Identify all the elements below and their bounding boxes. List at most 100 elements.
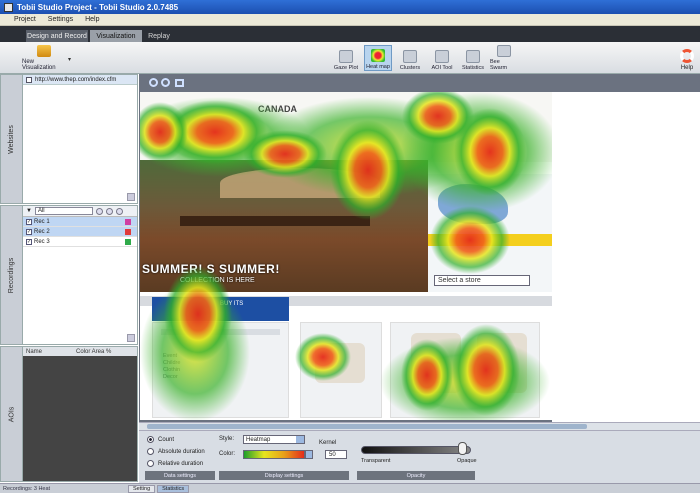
- radio-absolute-duration[interactable]: Absolute duration: [147, 448, 205, 455]
- panel-scroll-button[interactable]: [127, 334, 135, 342]
- bee-swarm-icon: [497, 45, 511, 57]
- status-bar: Recordings: 3 Heat Setting Statistics: [0, 483, 700, 493]
- recording-row[interactable]: ✓ Rec 1: [23, 217, 137, 227]
- aoi-tool-icon: [435, 50, 449, 63]
- radio-count[interactable]: Count: [147, 436, 174, 443]
- statistics-button[interactable]: Statistics: [459, 45, 487, 71]
- recordings-list: ▼ All ✓ Rec 1 ✓ Rec 2 ✓ Rec 3: [23, 206, 137, 344]
- edit-filter-icon[interactable]: [105, 207, 113, 215]
- tab-design-record[interactable]: Design and Record: [26, 30, 88, 42]
- new-visualization-icon: [37, 45, 51, 57]
- site-brand: CANADA: [258, 104, 297, 114]
- aoi-tool-button[interactable]: AOI Tool: [428, 45, 456, 71]
- product-image: [411, 333, 461, 393]
- kernel-label: Kernel: [319, 440, 337, 446]
- fit-to-window-icon[interactable]: [175, 79, 184, 87]
- scrollbar-thumb[interactable]: [147, 424, 587, 429]
- toolbar: New Visualization ▾ Gaze Plot Heat map C…: [0, 42, 700, 74]
- bee-swarm-label: Bee Swarm: [490, 59, 508, 71]
- site-banner-headline: SUMMER! S SUMMER!: [142, 262, 280, 276]
- websites-panel-title: Websites: [8, 124, 16, 154]
- help-button[interactable]: Help: [676, 45, 698, 71]
- list-item: Decor: [163, 374, 178, 380]
- radio-count-button[interactable]: [147, 436, 154, 443]
- radio-absolute-duration-button[interactable]: [147, 448, 154, 455]
- visualization-canvas[interactable]: CANADA SUMMER! S SUMMER! COLLECTION IS H…: [139, 92, 700, 422]
- site-product-tile: [390, 322, 540, 418]
- add-filter-icon[interactable]: [95, 207, 103, 215]
- opacity-slider-handle[interactable]: [458, 442, 468, 455]
- gaze-plot-button[interactable]: Gaze Plot: [332, 45, 360, 71]
- section-data-settings: Data settings: [145, 471, 215, 480]
- store-select[interactable]: Select a store: [434, 275, 530, 286]
- recordings-filter-select[interactable]: All: [34, 207, 93, 215]
- list-item: [161, 329, 280, 335]
- gaze-plot-label: Gaze Plot: [333, 65, 359, 71]
- chevron-down-icon[interactable]: [296, 436, 304, 443]
- view-toolbar: [139, 74, 700, 92]
- style-select[interactable]: Heatmap: [243, 435, 305, 444]
- panel-scroll-button[interactable]: [127, 193, 135, 201]
- store-map-image: [438, 184, 508, 224]
- menu-bar: Project Settings Help: [0, 14, 700, 26]
- section-opacity: Opacity: [357, 471, 475, 480]
- aoi-col-name[interactable]: Name: [26, 349, 76, 355]
- websites-panel-tab[interactable]: Websites: [1, 75, 23, 203]
- recording-checkbox[interactable]: ✓: [26, 228, 32, 235]
- website-url: http://www.thep.com/index.cfm: [35, 76, 117, 83]
- opacity-slider[interactable]: [361, 446, 471, 454]
- tab-visualization[interactable]: Visualization: [90, 30, 142, 42]
- chevron-down-icon[interactable]: ▾: [68, 56, 71, 63]
- recordings-panel-tab[interactable]: Recordings: [1, 206, 23, 344]
- clusters-button[interactable]: Clusters: [396, 45, 424, 71]
- title-bar: Tobii Studio Project - Tobii Studio 2.0.…: [0, 0, 700, 14]
- style-select-value: Heatmap: [246, 437, 271, 443]
- help-lifebuoy-icon: [680, 49, 694, 63]
- list-item: Event: [163, 353, 178, 359]
- radio-relative-duration[interactable]: Relative duration: [147, 460, 203, 467]
- recording-row[interactable]: ✓ Rec 3: [23, 237, 137, 247]
- clusters-icon: [403, 50, 417, 63]
- bee-swarm-button[interactable]: Bee Swarm: [490, 45, 518, 71]
- radio-relative-duration-button[interactable]: [147, 460, 154, 467]
- recording-checkbox[interactable]: ✓: [26, 238, 32, 245]
- recording-checkbox[interactable]: ✓: [26, 218, 32, 225]
- aoi-col-color[interactable]: Color Area %: [76, 349, 111, 355]
- new-visualization-button[interactable]: New Visualization: [22, 45, 66, 71]
- website-checkbox[interactable]: [26, 76, 32, 83]
- menu-project[interactable]: Project: [14, 16, 36, 23]
- radio-absolute-duration-label: Absolute duration: [158, 448, 205, 455]
- aois-panel-tab[interactable]: AOIs: [1, 347, 23, 481]
- tab-statistics[interactable]: Statistics: [157, 484, 190, 493]
- section-display-settings: Display settings: [219, 471, 349, 480]
- site-category-list: Event Childre Clothin Decor: [152, 322, 289, 418]
- window-title: Tobii Studio Project - Tobii Studio 2.0.…: [17, 2, 179, 12]
- heat-map-button[interactable]: Heat map: [364, 45, 392, 71]
- recording-row[interactable]: ✓ Rec 2: [23, 227, 137, 237]
- recording-name: Rec 3: [34, 238, 50, 245]
- zoom-in-icon[interactable]: [149, 78, 158, 87]
- aoi-tool-label: AOI Tool: [431, 65, 453, 71]
- site-header: [140, 92, 552, 162]
- tab-setting[interactable]: Setting: [128, 484, 156, 493]
- kernel-stepper[interactable]: 50: [325, 450, 347, 459]
- zoom-out-icon[interactable]: [161, 78, 170, 87]
- statistics-label: Statistics: [461, 65, 484, 71]
- website-row[interactable]: http://www.thep.com/index.cfm: [23, 75, 137, 85]
- recording-color-swatch: [125, 218, 131, 225]
- remove-filter-icon[interactable]: [115, 207, 123, 215]
- canvas-horizontal-scrollbar[interactable]: [139, 422, 700, 430]
- recording-color-swatch: [125, 228, 131, 235]
- filter-icon[interactable]: ▼: [26, 208, 32, 214]
- app-icon: [4, 2, 13, 12]
- aois-list: Name Color Area %: [23, 347, 137, 481]
- product-image: [477, 333, 527, 393]
- color-gradient-select[interactable]: [243, 450, 305, 459]
- product-image: [315, 343, 365, 383]
- tab-replay[interactable]: Replay: [144, 30, 174, 42]
- site-product-tile: [300, 322, 382, 418]
- radio-count-label: Count: [158, 436, 175, 443]
- menu-settings[interactable]: Settings: [48, 16, 73, 23]
- chevron-down-icon[interactable]: [305, 450, 313, 459]
- menu-help[interactable]: Help: [85, 16, 99, 23]
